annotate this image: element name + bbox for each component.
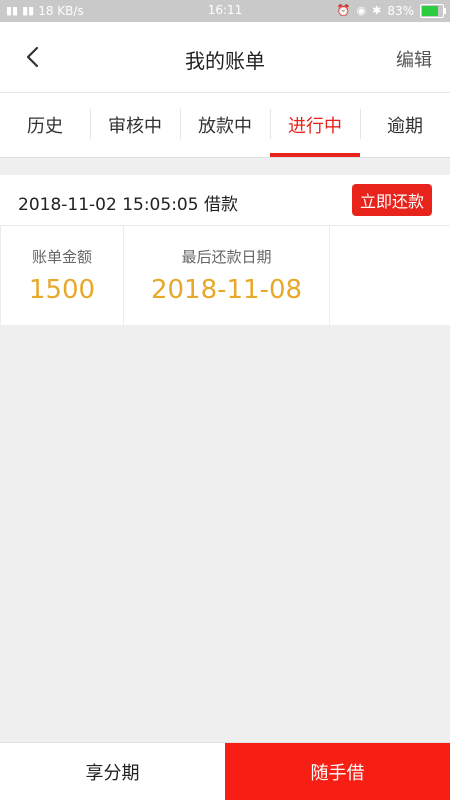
bill-details: 账单金额 1500 最后还款日期 2018-11-08 — [0, 226, 450, 325]
tab-overdue[interactable]: 逾期 — [360, 93, 450, 157]
lock-rotation-icon: ◉ — [356, 4, 367, 17]
bill-status-tabs: 历史 审核中 放款中 进行中 逾期 — [0, 92, 450, 158]
page-title: 我的账单 — [185, 49, 265, 73]
app-header: 我的账单 编辑 — [0, 22, 450, 92]
quick-loan-button[interactable]: 随手借 — [225, 743, 450, 800]
battery-icon — [420, 4, 446, 18]
tab-in-progress[interactable]: 进行中 — [270, 93, 360, 157]
bottom-bar: 享分期 随手借 — [0, 742, 450, 800]
empty-cell — [330, 226, 450, 325]
due-date-cell: 最后还款日期 2018-11-08 — [124, 226, 330, 325]
alarm-icon: ⏰ — [336, 4, 351, 17]
tab-disbursing[interactable]: 放款中 — [180, 93, 270, 157]
repay-now-button[interactable]: 立即还款 — [351, 184, 432, 216]
bill-date: 2018-11-02 15:05:05 借款 — [18, 195, 238, 215]
status-bar: ▮▮ ▮▮ 18 KB/s 16:11 ⏰ ◉ ✱ 83% — [0, 0, 450, 22]
tab-history[interactable]: 历史 — [0, 93, 90, 157]
battery-percent: 83% — [387, 4, 414, 18]
tab-under-review[interactable]: 审核中 — [90, 93, 180, 157]
bluetooth-icon: ✱ — [372, 4, 382, 17]
amount-value: 1500 — [28, 275, 96, 305]
due-date-label: 最后还款日期 — [181, 248, 272, 266]
amount-cell: 账单金额 1500 — [0, 226, 124, 325]
status-right: ⏰ ◉ ✱ 83% — [336, 3, 446, 19]
edit-button[interactable]: 编辑 — [396, 46, 432, 72]
installment-button[interactable]: 享分期 — [0, 743, 225, 800]
bill-header: 2018-11-02 15:05:05 借款 立即还款 — [0, 175, 450, 226]
bill-card[interactable]: 2018-11-02 15:05:05 借款 立即还款 账单金额 1500 最后… — [0, 175, 450, 325]
amount-label: 账单金额 — [31, 248, 92, 266]
due-date-value: 2018-11-08 — [150, 275, 303, 305]
